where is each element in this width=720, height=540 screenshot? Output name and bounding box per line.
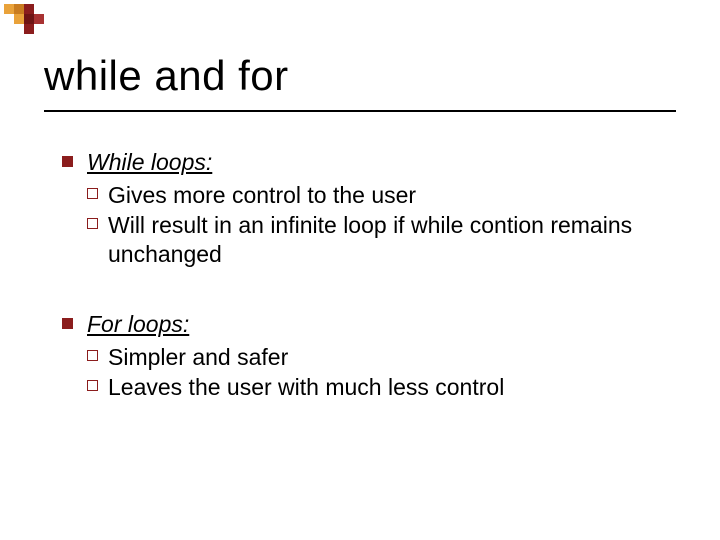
group-heading: For loops:	[87, 310, 189, 339]
group-heading: While loops:	[87, 148, 212, 177]
corner-logo	[4, 4, 46, 34]
open-square-bullet-icon	[87, 350, 98, 361]
open-square-bullet-icon	[87, 218, 98, 229]
filled-square-bullet-icon	[62, 318, 73, 329]
group-heading-row: For loops:	[62, 310, 662, 339]
list-item-text: Will result in an infinite loop if while…	[108, 211, 662, 270]
filled-square-bullet-icon	[62, 156, 73, 167]
slide-title: while and for	[44, 52, 289, 100]
list-group: While loops: Gives more control to the u…	[62, 148, 662, 270]
list-item: Gives more control to the user	[87, 181, 662, 210]
open-square-bullet-icon	[87, 188, 98, 199]
list-item: Simpler and safer	[87, 343, 662, 372]
group-heading-row: While loops:	[62, 148, 662, 177]
list-item: Leaves the user with much less control	[87, 373, 662, 402]
list-item-text: Simpler and safer	[108, 343, 662, 372]
title-underline	[44, 110, 676, 112]
slide-body: While loops: Gives more control to the u…	[62, 148, 662, 442]
open-square-bullet-icon	[87, 380, 98, 391]
list-group: For loops: Simpler and safer Leaves the …	[62, 310, 662, 402]
list-item-text: Leaves the user with much less control	[108, 373, 662, 402]
list-item-text: Gives more control to the user	[108, 181, 662, 210]
list-item: Will result in an infinite loop if while…	[87, 211, 662, 270]
